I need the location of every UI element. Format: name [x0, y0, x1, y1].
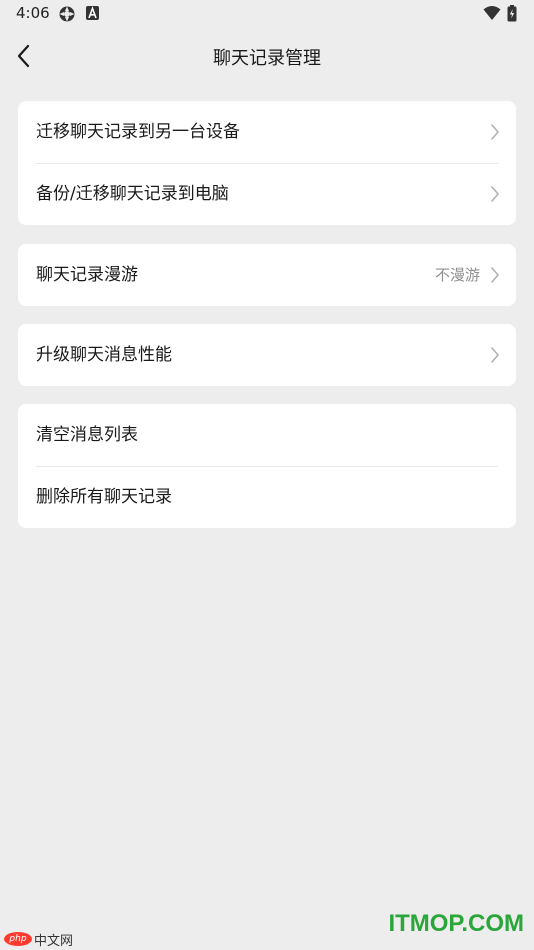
status-bar: 4:06: [0, 0, 534, 28]
chevron-right-icon: [491, 186, 500, 202]
row-label: 聊天记录漫游: [36, 265, 138, 285]
row-delete-all-records[interactable]: 删除所有聊天记录: [18, 466, 516, 528]
sync-icon: [59, 6, 75, 22]
chevron-right-icon: [491, 124, 500, 140]
page-title: 聊天记录管理: [213, 48, 321, 69]
row-label: 清空消息列表: [36, 425, 138, 445]
row-backup-to-pc[interactable]: 备份/迁移聊天记录到电脑: [18, 163, 516, 225]
chevron-right-icon: [491, 267, 500, 283]
a-badge-icon: [86, 6, 99, 20]
settings-card-clear: 清空消息列表 删除所有聊天记录: [18, 404, 516, 528]
row-chat-roaming[interactable]: 聊天记录漫游 不漫游: [18, 244, 516, 306]
row-label: 升级聊天消息性能: [36, 345, 172, 365]
php-watermark-text: 中文网: [34, 934, 74, 949]
chevron-right-icon: [491, 347, 500, 363]
row-upgrade-performance[interactable]: 升级聊天消息性能: [18, 324, 516, 386]
row-label: 备份/迁移聊天记录到电脑: [36, 184, 229, 204]
row-label: 迁移聊天记录到另一台设备: [36, 122, 240, 142]
row-migrate-to-device[interactable]: 迁移聊天记录到另一台设备: [18, 101, 516, 163]
row-clear-message-list[interactable]: 清空消息列表: [18, 404, 516, 466]
settings-card-roaming: 聊天记录漫游 不漫游: [18, 244, 516, 306]
row-value: 不漫游: [434, 266, 480, 284]
row-label: 删除所有聊天记录: [36, 487, 172, 507]
php-logo: php: [4, 932, 32, 946]
settings-card-performance: 升级聊天消息性能: [18, 324, 516, 386]
wifi-icon: [483, 6, 501, 20]
settings-card-migration: 迁移聊天记录到另一台设备 备份/迁移聊天记录到电脑: [18, 101, 516, 225]
status-time: 4:06: [16, 4, 50, 22]
battery-icon: [507, 5, 517, 22]
itmop-watermark: ITMOP.COM: [388, 910, 524, 937]
nav-bar: 聊天记录管理: [0, 30, 534, 82]
